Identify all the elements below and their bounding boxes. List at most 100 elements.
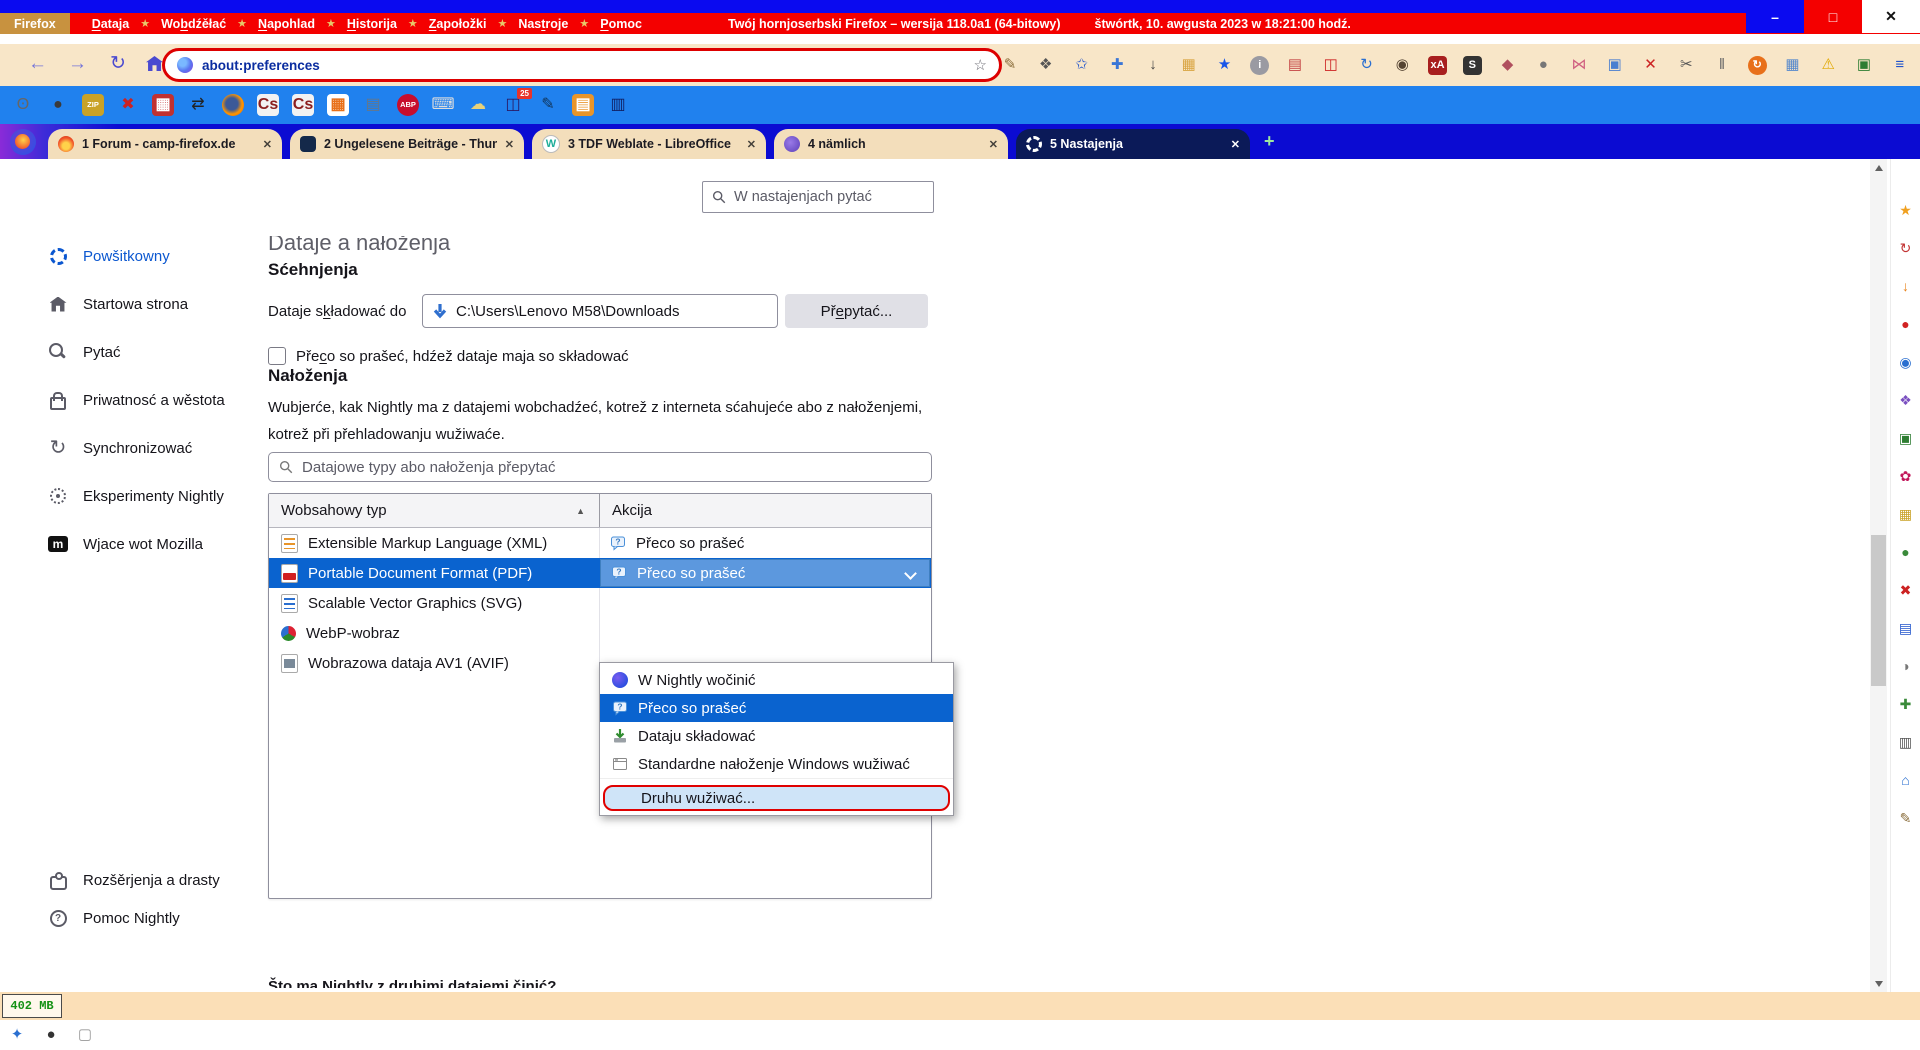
mail-notifier-icon[interactable]: ◫ 25 bbox=[502, 88, 532, 116]
panel-icon[interactable]: ▥ bbox=[1897, 733, 1914, 750]
scroll-up-button[interactable] bbox=[1870, 159, 1887, 176]
clipboard-icon[interactable]: ▤ bbox=[572, 94, 594, 116]
tab-5[interactable]: 5 Nastajenja ✕ bbox=[1016, 129, 1250, 159]
firefox-logo-icon[interactable] bbox=[10, 129, 36, 155]
reload-button[interactable]: ↻ bbox=[110, 53, 126, 75]
half-moon-icon[interactable]: ◑ bbox=[1897, 657, 1914, 674]
tab-close-icon[interactable]: ✕ bbox=[747, 138, 756, 151]
column-header-action[interactable]: Akcija bbox=[600, 494, 931, 527]
stats-doc-icon[interactable]: ▤ bbox=[1285, 55, 1305, 75]
close-tabs-icon[interactable]: ✕ bbox=[1641, 55, 1661, 75]
column-header-type[interactable]: Wobsahowy typ ▲ bbox=[269, 494, 600, 527]
dropdown-item-5[interactable]: Druhu wužiwać... bbox=[603, 785, 950, 811]
menu-item-0[interactable]: Dataja bbox=[90, 17, 132, 31]
action-cell[interactable] bbox=[600, 618, 931, 648]
flower-icon[interactable]: ✿ bbox=[1897, 467, 1914, 484]
translate-icon[interactable]: xA bbox=[1428, 55, 1447, 75]
firefox-spark-icon[interactable]: ✦ bbox=[8, 1026, 26, 1044]
content-type-cell[interactable]: Portable Document Format (PDF) bbox=[269, 558, 600, 588]
tab-close-icon[interactable]: ✕ bbox=[989, 138, 998, 151]
content-type-cell[interactable]: Extensible Markup Language (XML) bbox=[269, 528, 600, 558]
tab-close-icon[interactable]: ✕ bbox=[505, 138, 514, 151]
content-type-cell[interactable]: Wobrazowa dataja AV1 (AVIF) bbox=[269, 648, 600, 678]
firefox-classic-icon[interactable] bbox=[222, 94, 244, 116]
home-blue-icon[interactable]: ⌂ bbox=[1897, 771, 1914, 788]
pen-icon[interactable]: ✎ bbox=[1897, 809, 1914, 826]
apps-grid-icon[interactable]: ❖ bbox=[1897, 391, 1914, 408]
site-identity-icon[interactable] bbox=[177, 57, 193, 73]
reader-view-icon[interactable]: ◫ bbox=[1321, 55, 1341, 75]
dropdown-item-4[interactable]: Standardne nałoženje Windows wužiwać bbox=[600, 750, 953, 778]
sidebar-item-startowa-strona[interactable]: Startowa strona bbox=[0, 280, 245, 328]
sidebar-item-pow-itkowny[interactable]: Powšitkowny bbox=[0, 232, 245, 280]
table-row-1[interactable]: Extensible Markup Language (XML)? Přeco s… bbox=[269, 528, 931, 558]
downloads-icon[interactable]: ↓ bbox=[1897, 277, 1914, 294]
session-pause-icon[interactable]: ‖ bbox=[1712, 55, 1732, 75]
new-tab-button[interactable]: + bbox=[1264, 131, 1275, 152]
sidebar-item-roz-rjenja-a-drasty[interactable]: Rozšěrjenja a drasty bbox=[0, 861, 245, 899]
tab-close-icon[interactable]: ✕ bbox=[263, 138, 272, 151]
close-button[interactable]: ✕ bbox=[1862, 0, 1920, 33]
close-red-icon[interactable]: ✖ bbox=[1897, 581, 1914, 598]
menu-item-5[interactable]: Nastroje bbox=[516, 17, 570, 31]
tab-close-icon[interactable]: ✕ bbox=[1231, 138, 1240, 151]
menu-item-1[interactable]: Wobdźěłać bbox=[159, 17, 228, 31]
libreoffice-writer-icon[interactable]: Cs bbox=[257, 94, 279, 116]
action-cell[interactable]: ? Přeco so prašeć bbox=[600, 559, 930, 587]
applications-filter-box[interactable] bbox=[268, 452, 932, 482]
tab-2[interactable]: 2 Ungelesene Beiträge - Thun ✕ bbox=[290, 129, 524, 159]
weather-icon[interactable]: ☁ bbox=[467, 94, 489, 116]
edit-icon[interactable]: ✎ bbox=[1000, 55, 1020, 75]
copy-tabs-icon[interactable]: ▣ bbox=[1605, 55, 1625, 75]
adblock-plus-icon[interactable]: ABP bbox=[397, 94, 419, 116]
keyboard-icon[interactable]: ⌨ bbox=[431, 94, 454, 116]
bookmark-badge-icon[interactable]: ✩ bbox=[1072, 55, 1092, 75]
connector-icon[interactable]: ⋈ bbox=[1569, 55, 1589, 75]
home-button[interactable] bbox=[146, 56, 163, 71]
sidebar-item-wjace-wot-mozilla[interactable]: m Wjace wot Mozilla bbox=[0, 520, 245, 568]
always-ask-label[interactable]: Přeco so prašeć, hdźež dataje maja so sk… bbox=[296, 348, 629, 365]
bookmark-page-icon[interactable]: ☆ bbox=[974, 56, 987, 74]
sidebar-item-priwatnos-a-w-stota[interactable]: Priwatnosć a wěstota bbox=[0, 376, 245, 424]
calendar-icon[interactable]: ▦ bbox=[1783, 55, 1803, 75]
forward-button[interactable]: → bbox=[68, 53, 87, 75]
garden-icon[interactable]: ▣ bbox=[1897, 429, 1914, 446]
menu-item-3[interactable]: Historija bbox=[345, 17, 399, 31]
snip-list-icon[interactable]: ✂ bbox=[1676, 55, 1696, 75]
power-icon[interactable]: ʘ bbox=[12, 94, 34, 116]
puzzle-icon[interactable]: ❖ bbox=[1036, 55, 1056, 75]
scrollbar-thumb[interactable] bbox=[1871, 535, 1886, 686]
molecule-icon[interactable]: ● bbox=[47, 94, 69, 116]
tab-1[interactable]: 1 Forum - camp-firefox.de ✕ bbox=[48, 129, 282, 159]
stylus-icon[interactable]: S bbox=[1462, 55, 1482, 75]
green-dot-icon[interactable]: ● bbox=[1897, 543, 1914, 560]
menu-item-2[interactable]: Napohlad bbox=[256, 17, 317, 31]
sidebar-item-pomoc-nightly[interactable]: ? Pomoc Nightly bbox=[0, 899, 245, 937]
always-ask-checkbox[interactable] bbox=[268, 347, 286, 365]
shopping-icon[interactable]: ▣ bbox=[1854, 55, 1874, 75]
auto-refresh-icon[interactable]: ↻ bbox=[1747, 55, 1767, 75]
table-row-4[interactable]: WebP-wobraz bbox=[269, 618, 931, 648]
libreoffice-calc-icon[interactable]: Cs bbox=[292, 94, 314, 116]
menu-item-6[interactable]: Pomoc bbox=[598, 17, 644, 31]
zip-icon[interactable]: ZIP bbox=[82, 94, 104, 116]
action-cell[interactable]: ? Přeco so prašeć bbox=[600, 528, 931, 558]
screenshot-icon[interactable]: ◉ bbox=[1392, 55, 1412, 75]
action-cell[interactable] bbox=[600, 588, 931, 618]
menu-item-4[interactable]: Zapołožki bbox=[427, 17, 489, 31]
minimize-button[interactable]: – bbox=[1746, 0, 1804, 33]
wrench-icon[interactable]: ✚ bbox=[1107, 55, 1127, 75]
firefox-app-button[interactable]: Firefox bbox=[0, 13, 70, 34]
add-icon[interactable]: ✚ bbox=[1897, 695, 1914, 712]
bookmark-star-icon[interactable]: ★ bbox=[1215, 55, 1235, 75]
back-button[interactable]: ← bbox=[28, 53, 47, 75]
inactive-doc-icon[interactable]: ▢ bbox=[76, 1026, 94, 1044]
favorites-star-icon[interactable]: ★ bbox=[1897, 201, 1914, 218]
notes-icon[interactable]: ▤ bbox=[362, 94, 384, 116]
tab-4[interactable]: 4 nämlich ✕ bbox=[774, 129, 1008, 159]
shield-icon[interactable]: ◉ bbox=[1897, 353, 1914, 370]
sidebar-item-pyta-[interactable]: Pytać bbox=[0, 328, 245, 376]
notes-blue-icon[interactable]: ▤ bbox=[1897, 619, 1914, 636]
table-view-icon[interactable]: ▦ bbox=[327, 94, 349, 116]
content-type-cell[interactable]: WebP-wobraz bbox=[269, 618, 600, 648]
